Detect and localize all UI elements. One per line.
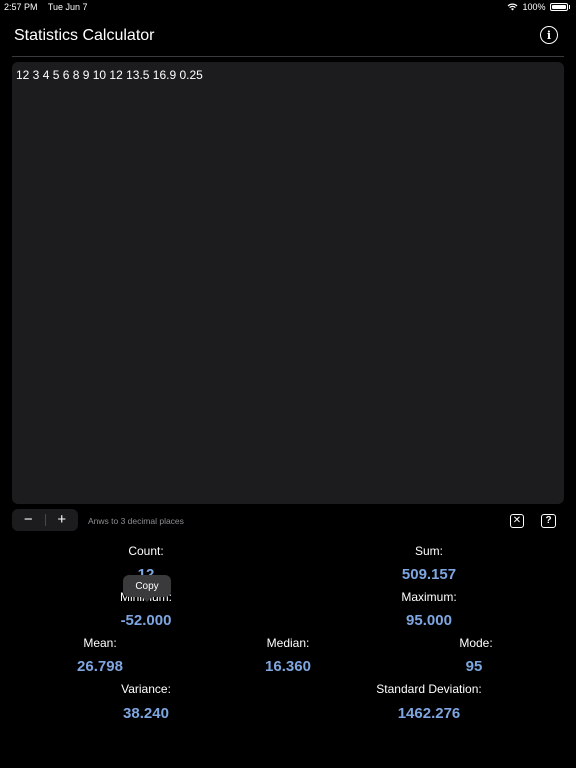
help-icon[interactable]: ? bbox=[541, 514, 556, 528]
maximum-value[interactable]: 95.000 bbox=[406, 612, 452, 629]
wifi-icon bbox=[508, 3, 518, 11]
sum-label: Sum: bbox=[414, 544, 444, 558]
stddev-label: Standard Deviation: bbox=[376, 682, 482, 696]
copy-tooltip[interactable]: Copy bbox=[123, 575, 171, 602]
battery-icon bbox=[549, 3, 568, 11]
median-value[interactable]: 16.360 bbox=[265, 658, 311, 675]
variance-label: Variance: bbox=[121, 682, 171, 696]
status-date: Tue Jun 7 bbox=[47, 2, 88, 12]
increment-button[interactable]: + bbox=[46, 509, 79, 531]
clear-icon[interactable]: ✕ bbox=[510, 514, 524, 528]
count-label: Count: bbox=[128, 544, 164, 558]
header-divider bbox=[12, 56, 564, 57]
precision-stepper[interactable]: − + bbox=[12, 509, 78, 531]
median-label: Median: bbox=[266, 636, 310, 650]
sum-value[interactable]: 509.157 bbox=[402, 566, 456, 583]
variance-value[interactable]: 38.240 bbox=[123, 705, 169, 722]
stddev-value[interactable]: 1462.276 bbox=[398, 705, 461, 722]
decrement-button[interactable]: − bbox=[12, 509, 45, 531]
status-time: 2:57 PM bbox=[4, 2, 38, 12]
battery-percent: 100% bbox=[522, 2, 546, 12]
page-title: Statistics Calculator bbox=[14, 27, 155, 44]
minimum-value[interactable]: -52.000 bbox=[121, 612, 172, 629]
mode-value[interactable]: 95 bbox=[466, 658, 483, 675]
mode-label: Mode: bbox=[459, 636, 493, 650]
mean-value[interactable]: 26.798 bbox=[77, 658, 123, 675]
data-input-area[interactable]: 12 3 4 5 6 8 9 10 12 13.5 16.9 0.25 bbox=[12, 62, 564, 504]
status-bar: 2:57 PM Tue Jun 7 100% bbox=[0, 0, 576, 14]
mean-label: Mean: bbox=[83, 636, 117, 650]
info-icon[interactable]: i bbox=[540, 26, 558, 44]
battery-tip bbox=[568, 5, 570, 9]
maximum-label: Maximum: bbox=[401, 590, 457, 604]
precision-note: Anws to 3 decimal places bbox=[88, 516, 184, 526]
